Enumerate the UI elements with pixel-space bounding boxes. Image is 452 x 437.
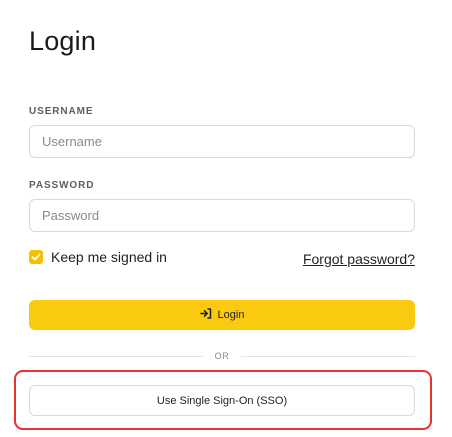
password-input[interactable] (29, 199, 415, 232)
sso-button[interactable]: Use Single Sign-On (SSO) (29, 385, 415, 416)
keep-signed-in-checkbox[interactable]: Keep me signed in (29, 249, 167, 265)
divider-line-right (241, 355, 416, 357)
checkbox-checked-icon[interactable] (29, 250, 43, 264)
keep-signed-in-label: Keep me signed in (51, 249, 167, 265)
divider-line-left (29, 355, 203, 357)
login-button[interactable]: Login (29, 300, 415, 330)
divider-or-text: OR (214, 351, 230, 361)
login-arrow-icon (199, 308, 212, 322)
username-input[interactable] (29, 125, 415, 158)
username-label: USERNAME (29, 106, 94, 117)
page-title: Login (29, 26, 97, 56)
forgot-password-link[interactable]: Forgot password? (303, 251, 415, 267)
login-button-label: Login (217, 309, 245, 321)
or-divider: OR (29, 349, 416, 363)
login-page: Login USERNAME PASSWORD Keep me signed i… (0, 0, 452, 437)
password-label: PASSWORD (29, 180, 95, 191)
